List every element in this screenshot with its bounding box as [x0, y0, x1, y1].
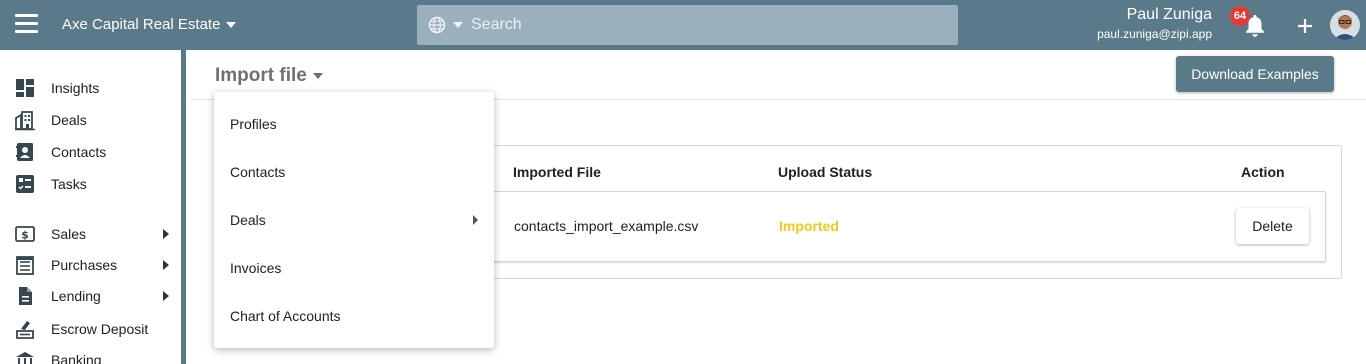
- download-examples-button[interactable]: Download Examples: [1176, 56, 1334, 92]
- chevron-down-icon: [312, 73, 323, 79]
- chevron-right-icon: [163, 291, 169, 301]
- dashboard-icon: [16, 79, 34, 97]
- import-type-menu: Profiles Contacts Deals Invoices Chart o…: [214, 92, 494, 348]
- search-scope-dropdown-icon[interactable]: [453, 22, 463, 28]
- delete-button[interactable]: Delete: [1236, 208, 1309, 244]
- menu-item-profiles[interactable]: Profiles: [214, 100, 494, 148]
- menu-hamburger-icon[interactable]: [15, 14, 38, 34]
- globe-icon[interactable]: [427, 15, 447, 35]
- building-icon: [15, 111, 35, 131]
- menu-item-contacts[interactable]: Contacts: [214, 148, 494, 196]
- sidebar-item-sales[interactable]: $ Sales: [0, 219, 181, 249]
- company-name: Axe Capital Real Estate: [62, 16, 221, 33]
- deposit-icon: [16, 321, 34, 339]
- column-header-imported-file: Imported File: [513, 164, 601, 180]
- add-icon[interactable]: [1296, 17, 1314, 35]
- status-badge: Imported: [779, 218, 839, 234]
- notification-count-badge: 64: [1230, 6, 1250, 26]
- table-row: contacts_import_example.csv Imported Del…: [491, 191, 1326, 262]
- menu-item-invoices[interactable]: Invoices: [214, 244, 494, 292]
- chevron-right-icon: [163, 260, 169, 270]
- user-email: paul.zuniga@zipi.app: [1097, 27, 1212, 41]
- sidebar-item-purchases[interactable]: Purchases: [0, 250, 181, 280]
- receipt-list-icon: [16, 256, 34, 275]
- sidebar-item-label: Tasks: [51, 176, 87, 192]
- page-title: Import file: [215, 65, 307, 86]
- sidebar-item-label: Escrow Deposit: [51, 321, 149, 337]
- menu-item-label: Profiles: [230, 116, 277, 132]
- svg-text:$: $: [21, 229, 29, 242]
- user-name: Paul Zuniga: [1126, 6, 1212, 23]
- document-icon: [19, 287, 32, 305]
- chevron-down-icon: [226, 21, 237, 28]
- sidebar-item-label: Sales: [51, 226, 87, 242]
- imports-table: Imported File Upload Status Action conta…: [490, 145, 1342, 279]
- column-header-upload-status: Upload Status: [778, 164, 873, 180]
- avatar[interactable]: [1330, 10, 1360, 40]
- sidebar-item-label: Banking: [51, 352, 102, 364]
- search-bar[interactable]: [417, 5, 958, 45]
- imported-file-name: contacts_import_example.csv: [514, 218, 699, 234]
- bank-icon: [16, 352, 34, 364]
- menu-item-label: Contacts: [230, 164, 286, 180]
- sidebar-item-lending[interactable]: Lending: [0, 281, 181, 311]
- checklist-icon: [16, 175, 34, 193]
- column-header-action: Action: [1241, 164, 1285, 180]
- menu-item-chart-of-accounts[interactable]: Chart of Accounts: [214, 292, 494, 340]
- sidebar-item-label: Insights: [51, 80, 100, 96]
- search-input[interactable]: [471, 16, 931, 34]
- menu-item-label: Deals: [230, 212, 266, 228]
- sidebar-item-tasks[interactable]: Tasks: [0, 169, 181, 199]
- menu-item-deals[interactable]: Deals: [214, 196, 494, 244]
- sidebar-item-deals[interactable]: Deals: [0, 105, 181, 135]
- menu-item-label: Invoices: [230, 260, 282, 276]
- dollar-invoice-icon: $: [15, 226, 35, 242]
- sidebar-item-label: Purchases: [51, 257, 118, 273]
- top-bar: Axe Capital Real Estate Paul Zuniga paul…: [0, 0, 1366, 50]
- sidebar: Insights Deals Contacts Tasks $ Sales Pu…: [0, 50, 186, 364]
- sidebar-item-label: Contacts: [51, 144, 107, 160]
- chevron-right-icon: [163, 229, 169, 239]
- chevron-right-icon: [473, 215, 478, 225]
- contact-card-icon: [16, 143, 33, 161]
- sidebar-item-label: Deals: [51, 112, 87, 128]
- menu-item-label: Chart of Accounts: [230, 308, 341, 324]
- sidebar-item-label: Lending: [51, 288, 101, 304]
- user-info[interactable]: Paul Zuniga paul.zuniga@zipi.app: [1097, 6, 1212, 41]
- sidebar-item-escrow-deposit[interactable]: Escrow Deposit: [0, 314, 181, 344]
- sidebar-item-banking[interactable]: Banking: [0, 345, 181, 364]
- sidebar-item-contacts[interactable]: Contacts: [0, 137, 181, 167]
- company-switcher[interactable]: Axe Capital Real Estate: [62, 16, 237, 33]
- import-file-dropdown[interactable]: Import file: [215, 65, 323, 87]
- sidebar-item-insights[interactable]: Insights: [0, 73, 181, 103]
